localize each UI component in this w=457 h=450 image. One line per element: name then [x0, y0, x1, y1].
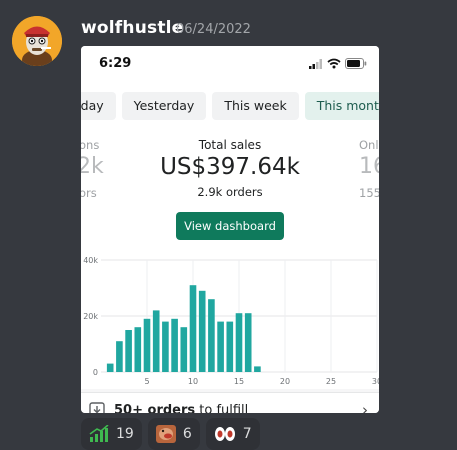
phone-status-bar: 6:29	[81, 46, 379, 86]
total-sales-value: US$397.64k	[160, 154, 300, 180]
discord-message: wolfhustle 06/24/2022 6:29 day Yesterday…	[0, 0, 457, 450]
reaction-face[interactable]: 6	[147, 418, 200, 450]
chart-x-ticks: 5 10 15 20 25 30	[144, 377, 379, 386]
x-tick-label: 20	[280, 377, 290, 386]
right-metric-value: 16	[359, 154, 379, 179]
right-metric-sub: 155	[359, 186, 379, 200]
reaction-count: 6	[182, 426, 192, 442]
sales-bar[interactable]	[208, 299, 215, 372]
orders-to-fulfill-row[interactable]: 50+ orders to fulfill ›	[81, 392, 379, 413]
reaction-eyes[interactable]: 7	[205, 418, 260, 450]
sales-bar[interactable]	[254, 366, 261, 372]
reaction-count: 19	[116, 426, 134, 442]
date-range-tabs: oday Yesterday This week This month	[81, 92, 379, 122]
sales-bar[interactable]	[134, 327, 142, 372]
y-tick-label: 0	[93, 368, 98, 377]
sales-bar[interactable]	[244, 313, 252, 372]
view-dashboard-button[interactable]: View dashboard	[176, 212, 284, 240]
right-metric-label: Onl	[359, 138, 379, 152]
battery-icon	[345, 58, 367, 69]
y-tick-label: 40k	[83, 256, 98, 265]
x-tick-label: 30	[372, 377, 379, 386]
x-tick-label: 5	[144, 377, 149, 386]
tab-today[interactable]: oday	[81, 92, 116, 120]
chart-bars	[106, 285, 261, 372]
reaction-count: 7	[242, 426, 252, 442]
reactions-bar: 19 6 7	[81, 418, 260, 450]
system-icons	[309, 58, 367, 69]
sales-bar-chart: 0 20k 40k 5 10 15 20 25 30	[83, 256, 379, 386]
phone-time: 6:29	[99, 56, 132, 71]
sales-bar[interactable]	[152, 310, 160, 372]
y-tick-label: 20k	[83, 312, 98, 321]
signal-icon	[309, 58, 322, 69]
message-timestamp: 06/24/2022	[176, 22, 251, 37]
sales-bar[interactable]	[162, 321, 169, 372]
attachment-screenshot[interactable]: 6:29 day Yesterday This week This mont o…	[81, 46, 379, 413]
sales-bar[interactable]	[198, 290, 206, 372]
chart-up-icon	[89, 425, 109, 442]
x-tick-label: 10	[188, 377, 198, 386]
sales-bar[interactable]	[226, 321, 234, 372]
face-icon	[155, 425, 176, 443]
eyes-icon	[214, 427, 235, 441]
reaction-chart-up[interactable]: 19	[81, 418, 142, 450]
fulfill-count: 50+ orders	[114, 403, 196, 413]
chevron-right-icon: ›	[362, 401, 368, 413]
total-sales-label: Total sales	[198, 138, 262, 152]
sales-bar[interactable]	[235, 313, 243, 372]
avatar[interactable]	[12, 16, 62, 66]
tab-this-week[interactable]: This week	[212, 92, 299, 120]
sales-bar[interactable]	[143, 318, 151, 372]
shopify-home-card: oday Yesterday This week This month ons …	[81, 86, 379, 413]
sales-bar[interactable]	[116, 341, 123, 372]
sales-bar[interactable]	[189, 285, 197, 372]
tab-yesterday[interactable]: Yesterday	[121, 92, 207, 120]
sales-bar[interactable]	[125, 330, 132, 372]
sales-bar[interactable]	[217, 321, 224, 372]
author-name[interactable]: wolfhustle	[81, 18, 183, 38]
chart-y-ticks: 0 20k 40k	[83, 256, 98, 377]
tab-this-month[interactable]: This month	[304, 92, 379, 120]
sales-bar[interactable]	[171, 318, 178, 372]
fulfill-text: 50+ orders to fulfill	[114, 403, 248, 413]
fulfill-rest: to fulfill	[195, 403, 249, 413]
sales-bar[interactable]	[180, 327, 188, 372]
sales-bar[interactable]	[106, 363, 114, 372]
x-tick-label: 15	[234, 377, 244, 386]
avatar-image	[12, 16, 62, 66]
wifi-icon	[327, 58, 341, 69]
orders-count: 2.9k orders	[197, 185, 263, 199]
inbox-download-icon	[89, 402, 105, 413]
x-tick-label: 25	[326, 377, 336, 386]
